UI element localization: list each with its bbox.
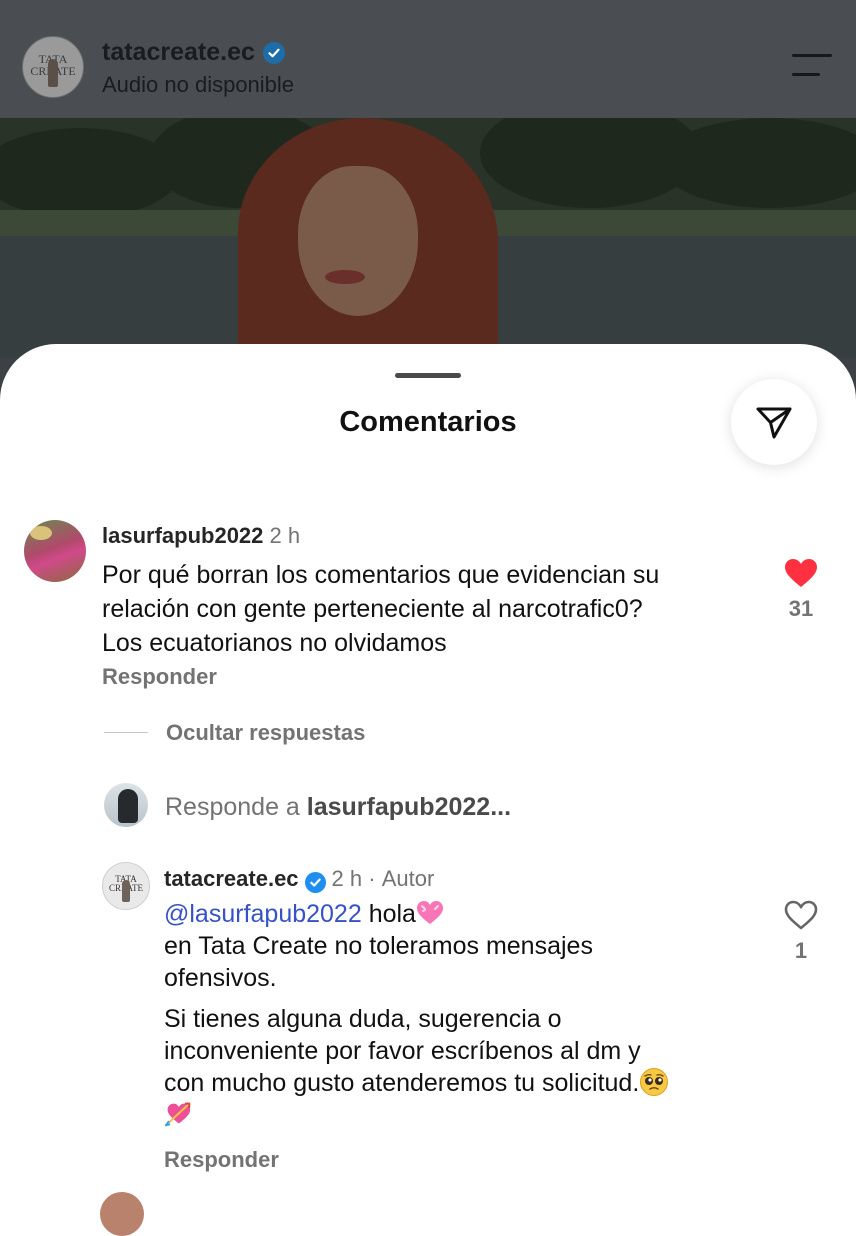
comment-like: 31 — [784, 558, 818, 622]
reply-line: ofensivos. — [164, 964, 277, 992]
pink-heart-emoji-icon — [416, 901, 443, 924]
reply-header: tatacreate.ec 2 h · Autor — [164, 866, 434, 893]
reply-line: en Tata Create no toleramos mensajes — [164, 932, 593, 960]
paper-plane-icon — [756, 407, 792, 439]
reel-video-frame — [0, 118, 856, 358]
comment-time: 2 h — [269, 523, 301, 548]
sheet-drag-handle[interactable] — [395, 373, 461, 378]
comment-body: Por qué borran los comentarios que evide… — [102, 558, 762, 660]
audio-status[interactable]: Audio no disponible — [102, 72, 294, 98]
comment-reply-button[interactable]: Responder — [102, 664, 217, 690]
next-comment-avatar[interactable] — [100, 1192, 144, 1236]
reply-reply-button[interactable]: Responder — [164, 1147, 279, 1173]
commenter-avatar[interactable] — [24, 520, 86, 582]
reply-line: inconveniente por favor escríbenos al dm… — [164, 1037, 641, 1065]
comment-line: Por qué borran los comentarios que evide… — [102, 561, 660, 589]
current-user-avatar — [104, 783, 148, 827]
reel-header: TATACREATE tatacreate.ec Audio no dispon… — [0, 0, 856, 118]
reply-like-count: 1 — [794, 938, 808, 963]
reply-placeholder-user: lasurfapub2022... — [306, 793, 512, 821]
comment-header: lasurfapub2022 2 h — [102, 523, 300, 549]
comment-line: relación con gente perteneciente al narc… — [102, 595, 643, 623]
replies-divider — [104, 732, 148, 733]
reply-placeholder-prefix: Responde a — [165, 793, 300, 821]
reply-greeting: hola — [361, 900, 416, 928]
pleading-face-emoji-icon — [640, 1068, 669, 1096]
commenter-username[interactable]: lasurfapub2022 — [102, 523, 263, 548]
reply-line: con mucho gusto atenderemos tu solicitud… — [164, 1067, 764, 1099]
reply-line: @lasurfapub2022 hola — [164, 898, 764, 930]
menu-icon[interactable] — [792, 54, 832, 76]
heart-with-arrow-emoji-icon — [164, 1102, 191, 1127]
header-username-text[interactable]: tatacreate.ec — [102, 38, 255, 67]
comment-line: Los ecuatorianos no olvidamos — [102, 629, 447, 657]
author-avatar[interactable]: TATACREATE — [102, 862, 150, 910]
header-username[interactable]: tatacreate.ec — [102, 38, 285, 67]
author-label: Autor — [381, 866, 435, 891]
verified-badge-icon — [262, 41, 285, 64]
reply-body: @lasurfapub2022 hola en Tata Create no t… — [164, 898, 764, 1131]
reply-line-text: con mucho gusto atenderemos tu solicitud… — [164, 1069, 640, 1097]
comment-like-count: 31 — [788, 596, 814, 621]
header-avatar[interactable]: TATACREATE — [22, 36, 84, 98]
meta-separator: · — [368, 866, 376, 891]
reply-input[interactable]: Responde a lasurfapub2022... — [165, 793, 511, 822]
heart-icon[interactable] — [784, 900, 818, 930]
sheet-title: Comentarios — [339, 406, 517, 438]
reply-time: 2 h — [331, 866, 363, 891]
verified-badge-icon — [304, 872, 326, 893]
reply-line: Si tienes alguna duda, sugerencia o — [164, 1005, 562, 1033]
comments-sheet: Comentarios lasurfapub2022 2 h Por qué b… — [0, 344, 856, 1236]
share-button[interactable] — [731, 379, 817, 465]
reply-username[interactable]: tatacreate.ec — [164, 866, 299, 891]
hide-replies-button[interactable]: Ocultar respuestas — [166, 720, 365, 746]
reply-line — [164, 1099, 764, 1131]
reply-like: 1 — [784, 900, 818, 964]
mention-link[interactable]: @lasurfapub2022 — [164, 900, 362, 928]
heart-icon[interactable] — [784, 558, 818, 588]
